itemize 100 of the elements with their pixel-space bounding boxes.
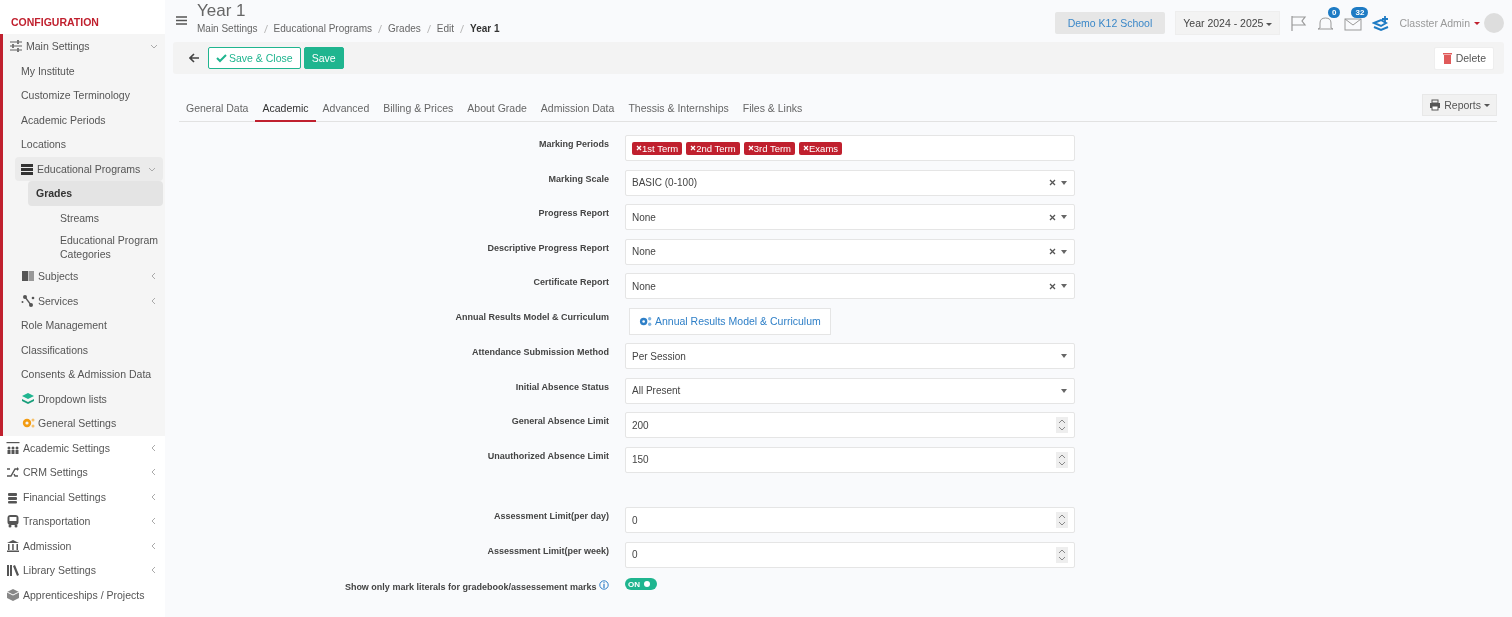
remove-icon [690,145,697,151]
nodes-icon [21,293,35,308]
caret-icon [1060,352,1068,360]
breadcrumb-link[interactable]: Educational Programs [273,23,372,34]
printer-icon [1429,99,1442,111]
bus-icon [6,514,20,529]
select-field[interactable]: Per Session [625,343,1075,369]
tab[interactable]: Admission Data [533,98,622,122]
sidebar-item[interactable]: Transportation [0,509,165,534]
sidebar-item[interactable]: Streams [28,205,165,230]
select-field[interactable]: All Present [625,377,1075,404]
tab[interactable]: General Data [179,98,256,122]
tab[interactable]: Thessis & Internships [621,98,736,122]
separator-icon [459,23,465,34]
number-field[interactable]: 0 [625,507,1075,533]
books-icon [6,563,20,578]
tab[interactable]: Academic [255,98,316,122]
sidebar-item[interactable]: CRM Settings [0,460,165,485]
field-label: Certificate Report [532,276,609,287]
people-icon [6,440,20,455]
page-title: Year 1 [197,1,247,21]
sidebar-item[interactable]: Financial Settings [0,484,165,509]
clear-icon [1049,248,1056,255]
sidebar-item[interactable]: Academic Periods [3,107,165,132]
shuffle-icon [6,465,20,480]
tag-chip[interactable]: 3rd Term [743,141,795,155]
number-field[interactable]: 200 [625,412,1075,438]
number-field[interactable]: 150 [625,446,1075,473]
bell-icon [1317,14,1335,32]
sidebar-item[interactable]: Services [3,288,165,313]
layers-plus-icon [1372,14,1390,32]
bank-icon [6,538,20,553]
curriculum-button[interactable]: Annual Results Model & Curriculum [629,307,831,335]
caret-icon [1060,247,1068,256]
tag-chip[interactable]: Exams [799,141,843,155]
sidebar-item[interactable]: My Institute [3,58,165,83]
select-field[interactable]: None [625,204,1075,230]
spinner-icon [1056,417,1068,433]
field-label: Assessment Limit(per week) [486,544,609,556]
clear-icon [1049,282,1056,290]
field-label: Marking Periods [537,138,609,149]
sidebar-item[interactable]: Locations [3,132,165,157]
breadcrumb-link[interactable]: Main Settings [197,23,258,34]
separator-icon [262,23,269,34]
spinner-icon [1056,546,1068,563]
year-dropdown[interactable]: Year 2024 - 2025 [1175,11,1281,35]
sidebar-item[interactable]: Educational Program Categories [28,230,165,264]
delete-button[interactable]: Delete [1433,46,1494,70]
sidebar-item[interactable]: Academic Settings [0,435,165,460]
clear-icon [1049,179,1056,186]
select-field[interactable]: None [625,273,1075,299]
caret-icon [1484,102,1490,108]
notification-badge: 0 [1327,6,1341,18]
check-icon [216,53,227,63]
field-label: Attendance Submission Method [471,346,609,357]
spinner-icon [1056,451,1068,468]
breadcrumb-current: Year 1 [470,23,500,34]
sidebar-item[interactable]: Consents & Admission Data [3,362,165,387]
field-label: Unauthorized Absence Limit [486,449,609,461]
field-label: Descriptive Progress Report [486,241,609,253]
sidebar-item[interactable]: Main Settings [3,34,165,59]
sidebar-item[interactable]: Educational Programs [15,156,163,181]
remove-icon [803,145,809,151]
select-field[interactable]: BASIC (0-100) [625,169,1075,196]
sidebar-item[interactable]: Admission [0,533,165,558]
breadcrumb-link[interactable]: Edit [436,23,454,34]
reports-button[interactable]: Reports [1422,94,1497,116]
tab[interactable]: About Grade [460,98,534,122]
sidebar-item[interactable]: Library Settings [0,558,165,583]
sidebar-item[interactable]: Subjects [3,264,165,289]
tag-chip[interactable]: 1st Term [632,141,683,155]
sidebar-item[interactable]: Classifications [3,337,165,362]
spinner-icon [1056,512,1068,528]
tag-input[interactable]: 1st Term 2nd Term 3rd Term Exams [625,135,1075,161]
sidebar-item[interactable]: General Settings [3,411,165,436]
sidebar-item[interactable]: Customize Terminology [3,83,165,108]
sidebar-heading: CONFIGURATION [10,15,100,30]
layers-icon [21,391,35,406]
field-label: General Absence Limit [510,415,609,426]
field-label: Show only mark literals for gradebook/assessement marks [173,576,609,592]
tab[interactable]: Billing & Prices [376,98,461,122]
number-field[interactable]: 0 [625,541,1075,568]
select-field[interactable]: None [625,238,1075,265]
field-label: Progress Report [537,207,609,218]
breadcrumb-link[interactable]: Grades [388,23,421,34]
clear-icon [1049,213,1056,221]
tab[interactable]: Advanced [315,98,377,122]
field-label: Initial Absence Status [514,380,609,392]
flag-icon [1290,14,1308,32]
sidebar-item[interactable]: Role Management [3,313,165,338]
sidebar-item[interactable]: Grades [28,181,163,206]
info-icon [599,580,609,590]
sidebar-item[interactable]: Apprenticeships / Projects [0,582,165,607]
tab[interactable]: Files & Links [735,98,810,122]
tag-chip[interactable]: 2nd Term [686,141,740,155]
menu-icon [176,15,187,26]
field-label: Marking Scale [547,172,609,184]
caret-icon [1060,282,1068,290]
trash-icon [1441,51,1453,65]
sidebar-item[interactable]: Dropdown lists [3,386,165,411]
